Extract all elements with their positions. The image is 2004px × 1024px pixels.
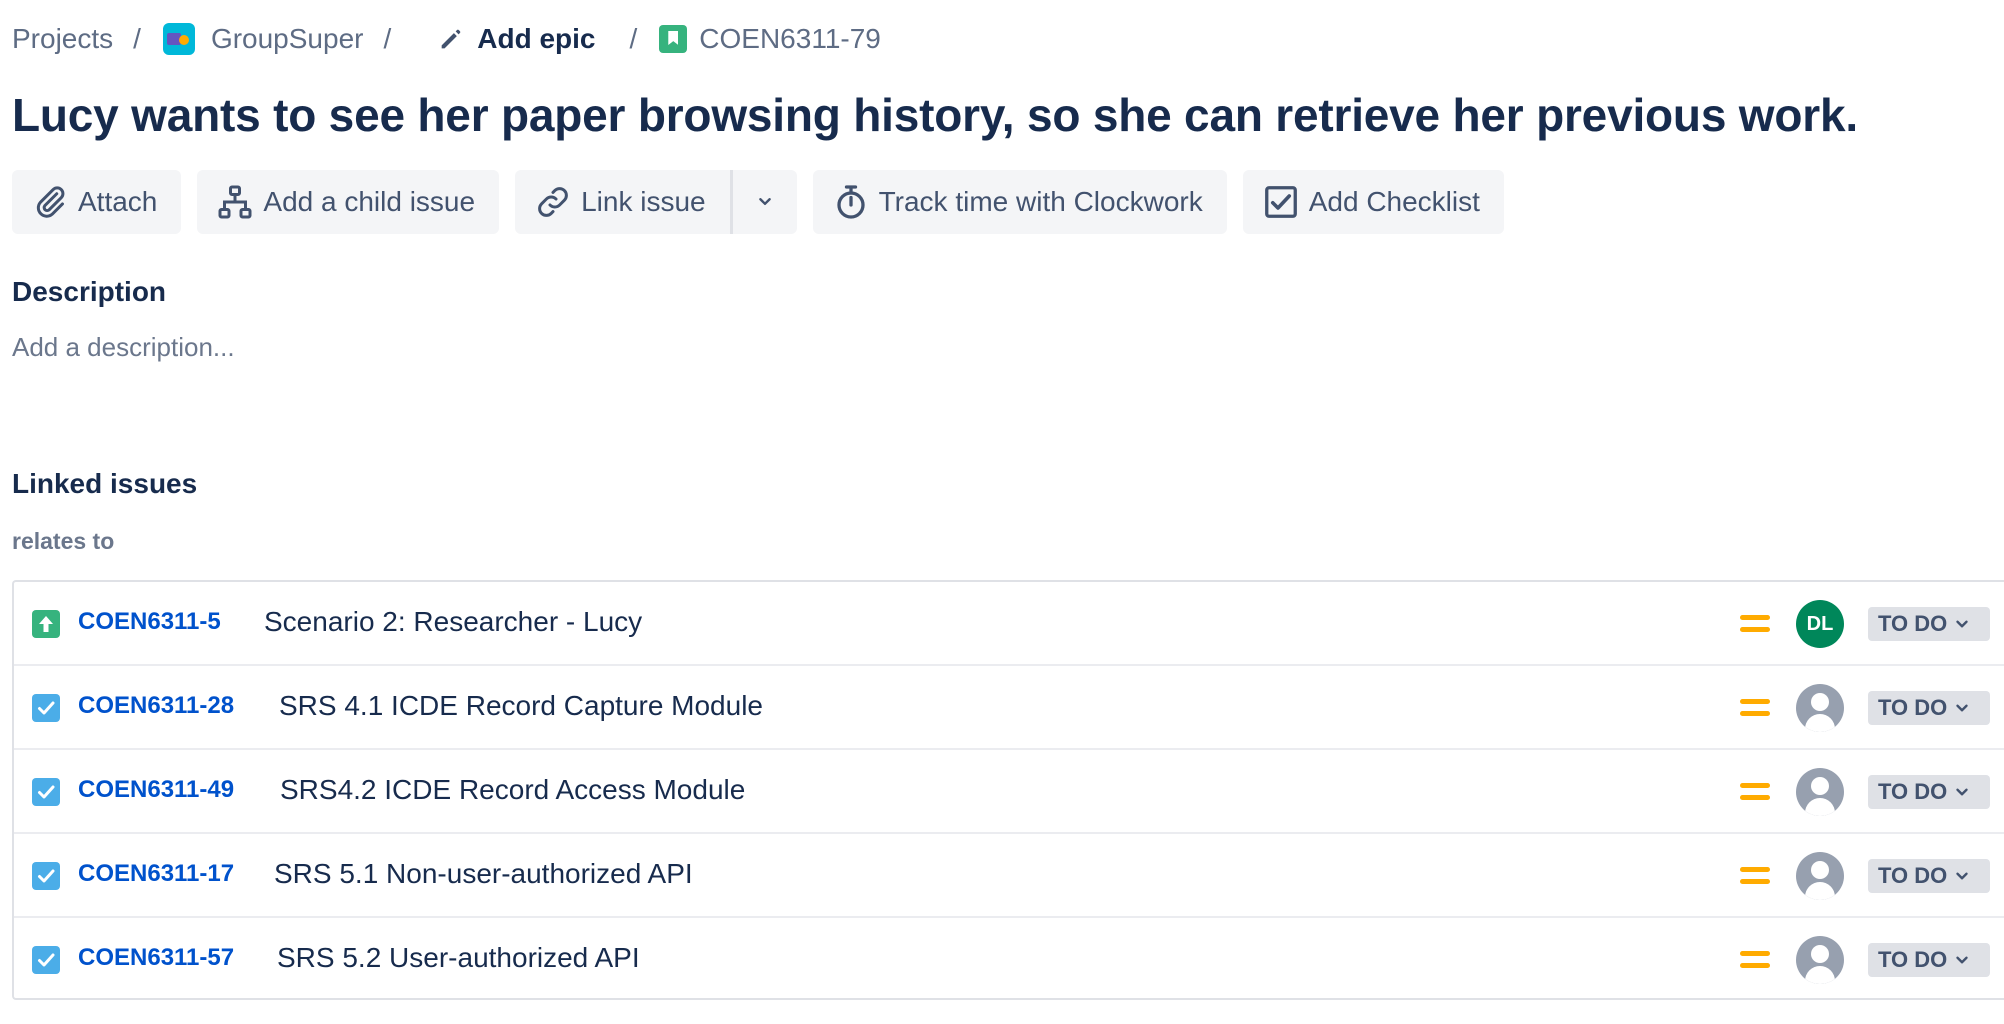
breadcrumb-separator: / — [629, 23, 638, 54]
chevron-down-icon — [1956, 704, 1968, 712]
status-dropdown[interactable]: TO DO — [1868, 859, 1990, 893]
chevron-down-icon — [1956, 872, 1968, 880]
add-checklist-button[interactable]: Add Checklist — [1242, 170, 1504, 234]
track-time-label: Track time with Clockwork — [878, 186, 1203, 217]
issue-title[interactable]: Lucy wants to see her paper browsing his… — [12, 88, 1858, 142]
status-label: TO DO — [1878, 947, 1948, 972]
add-epic-button[interactable]: Add epic — [437, 23, 596, 55]
linked-issue-row[interactable]: COEN6311-28 SRS 4.1 ICDE Record Capture … — [14, 666, 2004, 750]
track-time-button[interactable]: Track time with Clockwork — [812, 170, 1227, 234]
breadcrumb: Projects / GroupSuper / Add epic / COEN6… — [12, 18, 881, 60]
relation-label: relates to — [12, 528, 115, 554]
issue-summary: SRS 5.1 Non-user-authorized API — [274, 858, 693, 889]
breadcrumb-separator: / — [383, 23, 392, 54]
status-dropdown[interactable]: TO DO — [1868, 775, 1990, 809]
add-child-issue-button[interactable]: Add a child issue — [197, 170, 500, 234]
link-icon — [538, 187, 568, 217]
add-checklist-label: Add Checklist — [1308, 186, 1480, 217]
breadcrumb-project-label: GroupSuper — [210, 23, 364, 54]
assignee-avatar[interactable]: DL — [1796, 600, 1844, 648]
link-issue-dropdown-button[interactable] — [733, 170, 797, 234]
add-epic-label: Add epic — [477, 23, 596, 54]
issue-toolbar: Attach Add a child issue Link issue Trac… — [12, 170, 1504, 234]
issue-page: Projects / GroupSuper / Add epic / COEN6… — [0, 0, 2004, 1024]
attach-label: Attach — [78, 186, 158, 217]
unassigned-avatar-icon[interactable] — [1796, 684, 1844, 732]
breadcrumb-issue-key: COEN6311-79 — [699, 23, 881, 54]
issue-key-link[interactable]: COEN6311-5 — [78, 608, 221, 636]
breadcrumb-issue[interactable]: COEN6311-79 — [659, 23, 881, 55]
checklist-icon — [1264, 186, 1297, 218]
status-label: TO DO — [1878, 863, 1948, 888]
linked-issues-heading: Linked issues — [12, 468, 198, 499]
issue-summary: SRS 4.1 ICDE Record Capture Module — [279, 690, 763, 721]
chevron-down-icon — [758, 198, 771, 206]
issue-key-link[interactable]: COEN6311-17 — [78, 860, 234, 888]
unassigned-avatar-icon[interactable] — [1796, 936, 1844, 984]
task-icon — [32, 862, 60, 890]
task-icon — [32, 694, 60, 722]
status-dropdown[interactable]: TO DO — [1868, 943, 1990, 977]
chevron-down-icon — [1956, 956, 1968, 964]
linked-issue-row[interactable]: COEN6311-57 SRS 5.2 User-authorized API … — [14, 918, 2004, 1000]
chevron-down-icon — [1956, 620, 1968, 628]
pencil-icon — [441, 29, 461, 49]
issue-summary: SRS 5.2 User-authorized API — [277, 942, 640, 973]
link-issue-split-button: Link issue — [515, 170, 797, 234]
linked-issue-row[interactable]: COEN6311-17 SRS 5.1 Non-user-authorized … — [14, 834, 2004, 918]
issue-key-link[interactable]: COEN6311-57 — [78, 944, 234, 972]
medium-priority-icon — [1740, 948, 1770, 972]
linked-issue-row[interactable]: COEN6311-49 SRS4.2 ICDE Record Access Mo… — [14, 750, 2004, 834]
status-label: TO DO — [1878, 695, 1948, 720]
add-child-issue-label: Add a child issue — [263, 186, 476, 217]
issue-key-link[interactable]: COEN6311-49 — [78, 776, 234, 804]
unassigned-avatar-icon[interactable] — [1796, 768, 1844, 816]
link-issue-label: Link issue — [581, 186, 706, 217]
status-label: TO DO — [1878, 611, 1948, 636]
unassigned-avatar-icon[interactable] — [1796, 852, 1844, 900]
linked-issues-list: COEN6311-5 Scenario 2: Researcher - Lucy… — [12, 580, 2004, 1000]
medium-priority-icon — [1740, 864, 1770, 888]
epic-icon — [32, 610, 60, 638]
task-icon — [32, 778, 60, 806]
task-icon — [32, 946, 60, 974]
chevron-down-icon — [1956, 788, 1968, 796]
status-dropdown[interactable]: TO DO — [1868, 691, 1990, 725]
issue-summary: SRS4.2 ICDE Record Access Module — [280, 774, 746, 805]
hierarchy-icon — [218, 185, 252, 219]
issue-summary: Scenario 2: Researcher - Lucy — [264, 606, 643, 637]
linked-issue-row[interactable]: COEN6311-5 Scenario 2: Researcher - Lucy… — [14, 582, 2004, 666]
stopwatch-icon — [836, 185, 865, 219]
medium-priority-icon — [1740, 780, 1770, 804]
breadcrumb-separator: / — [133, 23, 141, 54]
project-avatar-icon — [162, 23, 195, 55]
status-dropdown[interactable]: TO DO — [1868, 607, 1990, 641]
medium-priority-icon — [1740, 696, 1770, 720]
medium-priority-icon — [1740, 612, 1770, 636]
status-label: TO DO — [1878, 779, 1948, 804]
breadcrumb-project[interactable]: GroupSuper — [162, 23, 364, 55]
attach-button[interactable]: Attach — [12, 170, 182, 234]
link-issue-button[interactable]: Link issue — [515, 170, 730, 234]
breadcrumb-projects[interactable]: Projects — [12, 23, 113, 55]
description-heading: Description — [12, 276, 167, 307]
issue-key-link[interactable]: COEN6311-28 — [78, 692, 234, 720]
paperclip-icon — [36, 186, 65, 218]
story-icon — [659, 25, 688, 53]
description-field[interactable]: Add a description... — [12, 332, 235, 363]
